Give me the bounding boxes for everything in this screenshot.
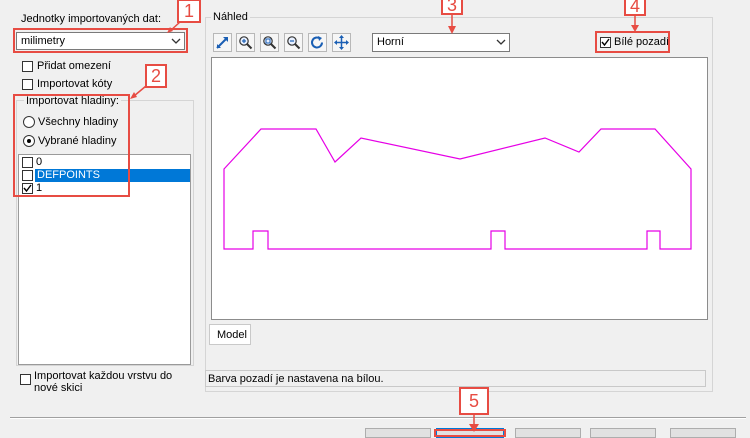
- annotation-box-4: [595, 31, 670, 53]
- preview-canvas[interactable]: [211, 57, 708, 320]
- zoom-fit-button[interactable]: [213, 33, 232, 52]
- annotation-badge-3: 3: [441, 0, 463, 15]
- zoom-out-button[interactable]: [284, 33, 303, 52]
- annotation-arrow-3: [448, 14, 456, 34]
- pan-button[interactable]: [332, 33, 351, 52]
- preview-drawing: [223, 128, 692, 250]
- import-dimensions-label: Importovat kóty: [37, 78, 113, 90]
- annotation-box-1: [13, 28, 188, 53]
- zoom-in-icon: [239, 36, 253, 50]
- zoom-out-icon: [287, 36, 301, 50]
- add-constraints-label: Přidat omezení: [37, 60, 111, 72]
- status-text: Barva pozadí je nastavena na bílou.: [208, 373, 384, 385]
- annotation-arrow-2: [130, 85, 147, 99]
- annotation-badge-4: 4: [624, 0, 646, 16]
- dialog-button[interactable]: [670, 428, 736, 438]
- add-constraints-checkbox[interactable]: [22, 61, 33, 72]
- preview-label: Náhled: [211, 11, 250, 23]
- view-dropdown[interactable]: Horní: [372, 33, 510, 52]
- rotate-icon: [311, 36, 323, 49]
- part-outline: [223, 128, 692, 250]
- dialog-button[interactable]: [365, 428, 431, 438]
- zoom-in-button[interactable]: [236, 33, 255, 52]
- pan-icon: [334, 35, 349, 50]
- annotation-arrow-1: [167, 21, 181, 33]
- tab-model[interactable]: Model: [209, 324, 251, 345]
- import-each-layer-label: Importovat každou vrstvu do nové skici: [34, 370, 173, 394]
- zoom-window-icon: [263, 36, 277, 50]
- zoom-window-button[interactable]: [260, 33, 279, 52]
- zoom-fit-icon: [216, 37, 228, 49]
- annotation-badge-5: 5: [459, 387, 489, 415]
- dialog-button[interactable]: [590, 428, 656, 438]
- separator-highlight: [10, 418, 746, 419]
- import-dimensions-checkbox[interactable]: [22, 79, 33, 90]
- annotation-box-5: [434, 429, 506, 437]
- import-each-layer-checkbox[interactable]: [20, 374, 31, 385]
- annotation-box-2: [13, 94, 130, 197]
- annotation-arrow-4: [631, 15, 639, 32]
- units-label: Jednotky importovaných dat:: [21, 13, 162, 25]
- status-bar: Barva pozadí je nastavena na bílou.: [205, 370, 706, 387]
- tab-model-label: Model: [217, 329, 247, 341]
- chevron-down-icon: [496, 39, 506, 45]
- view-selected-value: Horní: [377, 36, 404, 48]
- rotate-button[interactable]: [308, 33, 327, 52]
- dialog-button[interactable]: [515, 428, 581, 438]
